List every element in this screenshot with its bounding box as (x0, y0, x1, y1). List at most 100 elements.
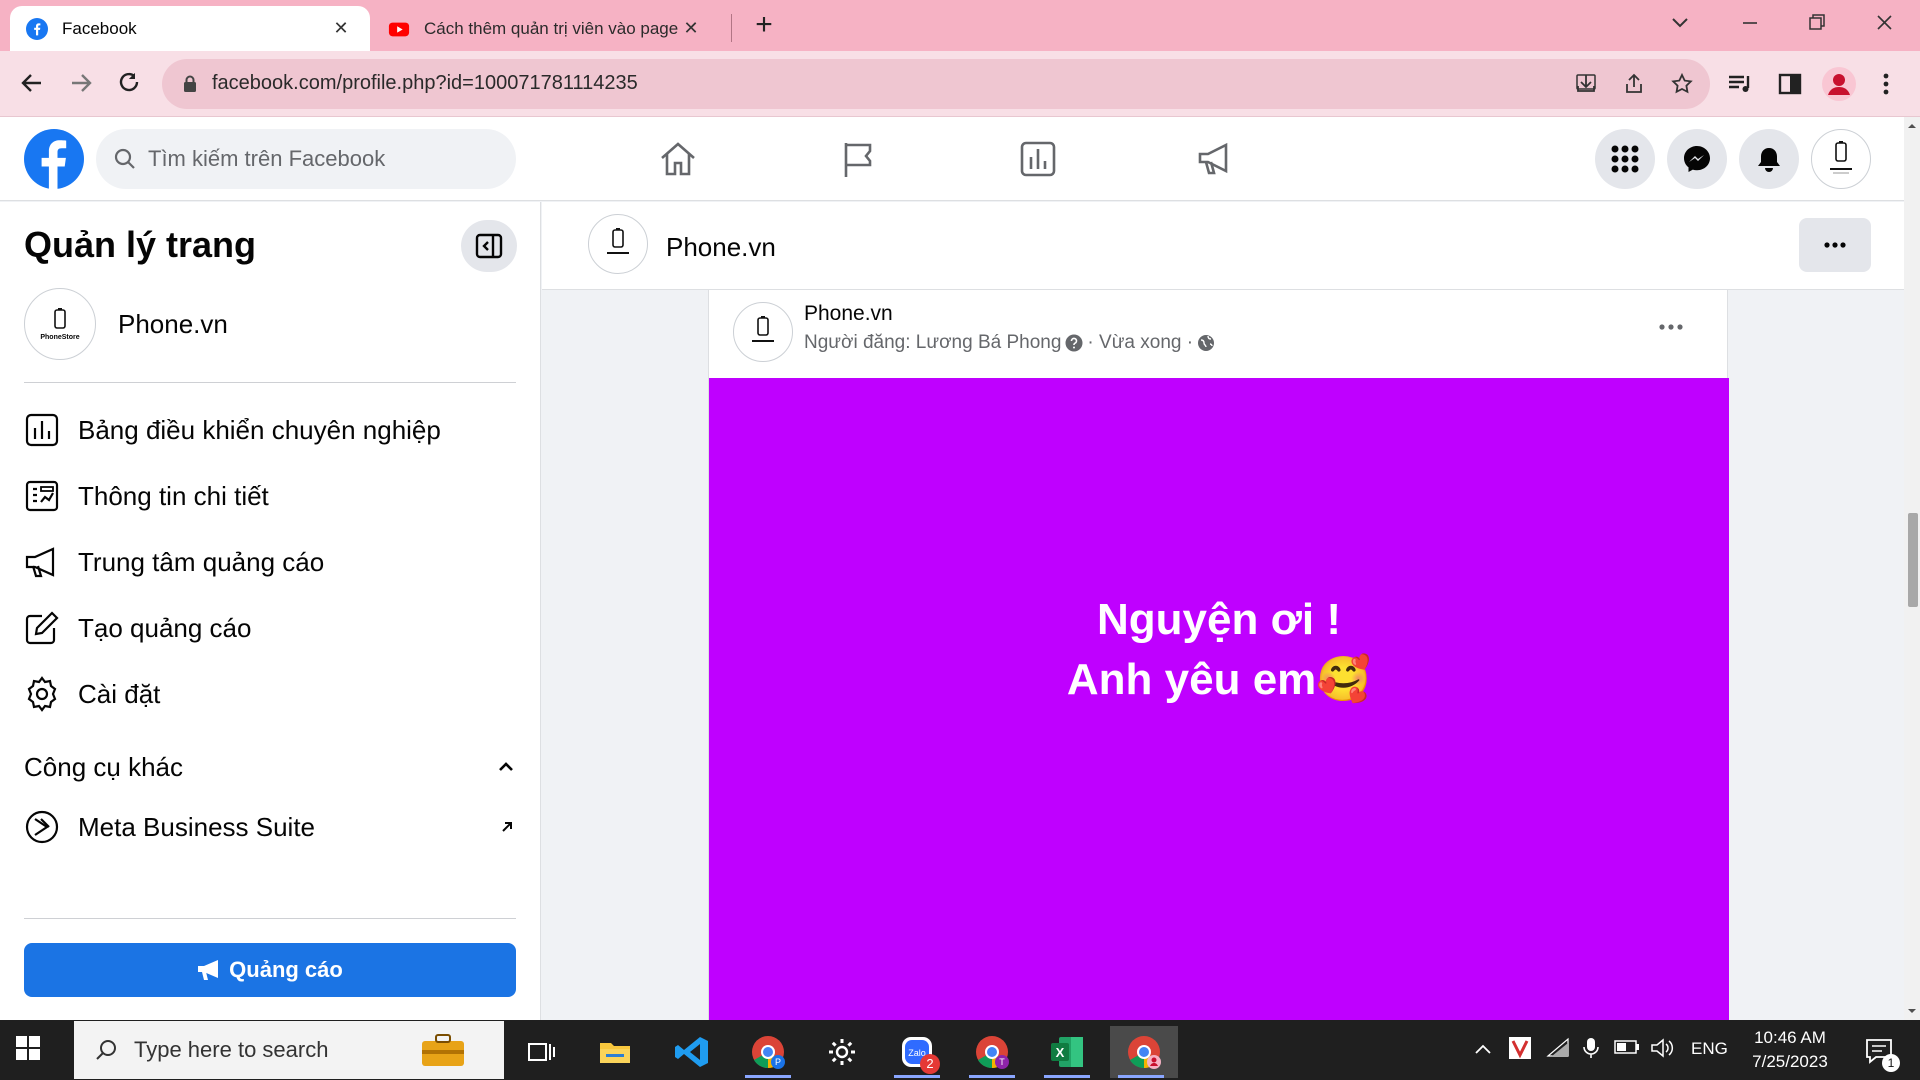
globe-icon (1198, 335, 1215, 351)
reload-button[interactable] (111, 65, 147, 101)
folder-icon (600, 1043, 630, 1063)
facebook-search-input[interactable] (148, 146, 508, 172)
svg-text:T: T (999, 1057, 1005, 1067)
sidebar-divider (24, 382, 516, 383)
post-options-button[interactable] (1649, 312, 1693, 342)
page-header-bar: Phone.vn (542, 202, 1904, 290)
tab-facebook[interactable]: Facebook ✕ (10, 6, 370, 51)
task-view-button[interactable] (510, 1026, 572, 1078)
nav-pages[interactable] (834, 135, 882, 183)
close-tab-icon[interactable]: ✕ (328, 16, 354, 42)
nav-ads[interactable] (1192, 135, 1240, 183)
profile-avatar-button[interactable] (1822, 67, 1856, 101)
other-tools-section-toggle[interactable]: Công cụ khác (24, 747, 516, 787)
back-button[interactable] (14, 65, 50, 101)
taskbar-search-box[interactable]: Type here to search (74, 1021, 504, 1079)
page-header-name[interactable]: Phone.vn (666, 232, 776, 263)
megaphone-icon (198, 960, 219, 980)
sidebar-item-label: Thông tin chi tiết (78, 480, 269, 511)
menu-button[interactable] (1595, 129, 1655, 189)
action-center-button[interactable]: 1 (1858, 1032, 1902, 1072)
scroll-down-arrow-icon[interactable] (1904, 1004, 1920, 1018)
sidebar-page-name: Phone.vn (118, 308, 228, 339)
sidebar-item-label: Tạo quảng cáo (78, 612, 252, 643)
show-hidden-icons-chevron-icon[interactable] (1474, 1042, 1492, 1056)
close-window-icon[interactable] (1864, 8, 1904, 38)
post-author-avatar[interactable] (733, 302, 793, 362)
volume-icon[interactable] (1650, 1037, 1674, 1059)
back-arrow-icon (21, 74, 41, 92)
sidebar-item-ads-center[interactable]: Trung tâm quảng cáo (24, 537, 516, 587)
new-tab-button[interactable]: + (748, 10, 780, 42)
vietkey-icon[interactable] (1508, 1036, 1532, 1060)
phonestore-logo-icon (1830, 141, 1852, 174)
section-label: Công cụ khác (24, 751, 183, 782)
share-icon[interactable] (1622, 72, 1646, 96)
excel-button[interactable]: X (1036, 1026, 1098, 1078)
post-time[interactable]: · Vừa xong · (1087, 332, 1193, 354)
page-scrollbar[interactable] (1904, 117, 1920, 1020)
tab-youtube[interactable]: Cách thêm quản trị viên vào page ✕ (372, 6, 720, 51)
account-avatar-button[interactable] (1811, 129, 1871, 189)
facebook-logo-icon[interactable] (24, 129, 84, 189)
windows-start-icon[interactable] (14, 1034, 42, 1062)
sidebar-item-settings[interactable]: Cài đặt (24, 669, 516, 719)
forward-arrow-icon (72, 74, 92, 92)
forward-button[interactable] (63, 65, 99, 101)
edit-icon (24, 610, 60, 646)
address-bar[interactable]: facebook.com/profile.php?id=100071781114… (162, 59, 1710, 109)
sidebar-title: Quản lý trang (24, 224, 257, 265)
scroll-up-arrow-icon[interactable] (1904, 119, 1920, 133)
sidebar-item-meta-business-suite[interactable]: Meta Business Suite (24, 802, 516, 852)
profile-person-icon (1828, 74, 1850, 95)
promote-ads-button[interactable]: Quảng cáo (24, 943, 516, 997)
wifi-icon[interactable] (1546, 1037, 1570, 1059)
bookmark-star-icon[interactable] (1670, 72, 1694, 96)
collapse-sidebar-button[interactable] (461, 220, 517, 272)
minimize-icon[interactable] (1730, 8, 1770, 38)
chrome-active-button[interactable] (1110, 1026, 1178, 1078)
sidebar-item-create-ad[interactable]: Tạo quảng cáo (24, 603, 516, 653)
page-more-options-button[interactable] (1799, 218, 1871, 272)
input-language-indicator[interactable]: ENG (1691, 1039, 1728, 1059)
post-posted-by: Người đăng: Lương Bá Phong (804, 332, 1062, 353)
page-header-avatar[interactable] (588, 214, 648, 274)
facebook-search-box[interactable] (96, 129, 516, 189)
tab-search-chevron-icon[interactable] (1660, 8, 1700, 38)
vscode-button[interactable] (661, 1026, 723, 1078)
restore-icon[interactable] (1796, 8, 1836, 38)
meta-business-icon (24, 809, 60, 845)
microphone-icon[interactable] (1582, 1036, 1600, 1060)
chrome-profile-p-button[interactable]: P (737, 1026, 799, 1078)
media-control-icon[interactable] (1726, 70, 1754, 98)
nav-home[interactable] (654, 135, 702, 183)
facebook-favicon-icon (26, 17, 48, 40)
chrome-icon: T (976, 1036, 1009, 1069)
grid-menu-icon (1611, 145, 1639, 173)
sidebar-item-insights[interactable]: Thông tin chi tiết (24, 471, 516, 521)
post-author-name[interactable]: Phone.vn (804, 302, 893, 326)
sidebar-page-profile[interactable]: PhoneStore Phone.vn (24, 288, 228, 360)
scrollbar-thumb[interactable] (1908, 513, 1918, 607)
sidebar-item-label: Meta Business Suite (78, 811, 316, 842)
sidebar-item-professional-dashboard[interactable]: Bảng điều khiển chuyên nghiệp (24, 405, 516, 455)
messenger-button[interactable] (1667, 129, 1727, 189)
settings-app-button[interactable] (811, 1026, 873, 1078)
gear-icon (24, 676, 60, 712)
taskbar-clock[interactable]: 10:46 AM 7/25/2023 (1740, 1026, 1840, 1074)
nav-dashboard[interactable] (1014, 135, 1062, 183)
excel-icon: X (1051, 1037, 1083, 1067)
install-app-icon[interactable] (1574, 72, 1598, 96)
help-icon[interactable] (1065, 334, 1083, 352)
battery-icon[interactable] (1614, 1038, 1640, 1056)
close-tab-icon[interactable]: ✕ (678, 16, 704, 42)
notifications-button[interactable] (1739, 129, 1799, 189)
side-panel-icon[interactable] (1776, 70, 1804, 98)
chrome-profile-t-button[interactable]: T (961, 1026, 1023, 1078)
zalo-button[interactable]: Zalo 2 (886, 1026, 948, 1078)
svg-text:P: P (775, 1057, 781, 1067)
facebook-header (0, 117, 1904, 201)
tab-title: Facebook (62, 18, 137, 38)
browser-menu-icon[interactable] (1872, 70, 1900, 98)
file-explorer-button[interactable] (584, 1026, 646, 1078)
